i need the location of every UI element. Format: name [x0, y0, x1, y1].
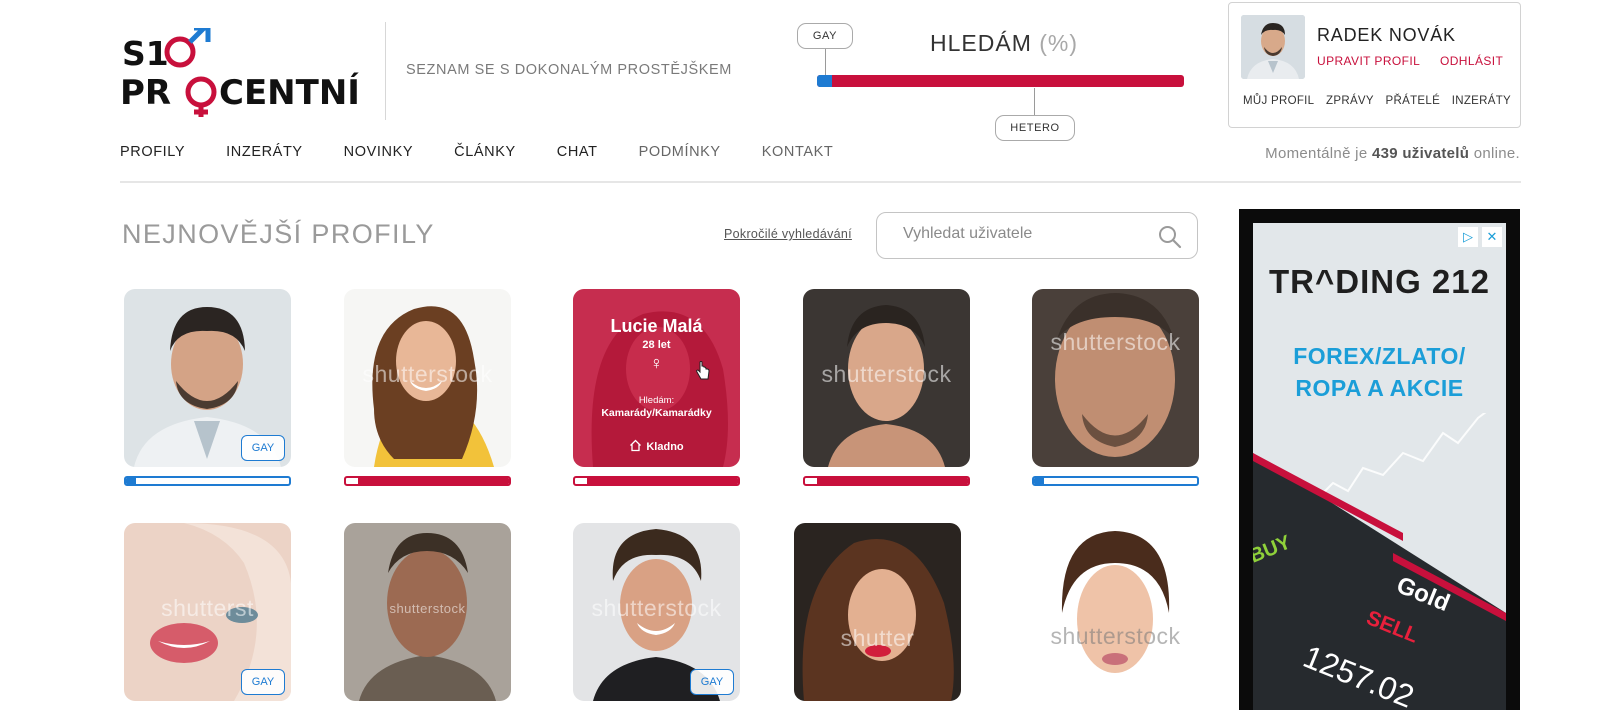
stock-watermark: shutterstock [821, 361, 952, 387]
hand-cursor-icon [696, 361, 710, 380]
user-menu-my-profile[interactable]: MŮJ PROFIL [1243, 95, 1314, 107]
profile-hover-city-text: Kladno [646, 441, 684, 453]
profile-orientation-bar-1 [124, 476, 291, 486]
seek-orientation-slider[interactable] [817, 75, 1184, 87]
user-search-box [876, 212, 1198, 259]
stock-watermark: shutterstock [1050, 329, 1181, 355]
nav-item-ads[interactable]: INZERÁTY [226, 144, 303, 160]
profile-card-2[interactable]: shutterstock [344, 289, 511, 467]
profile-card-6[interactable]: shutterst GAY [124, 523, 291, 701]
seek-gay-marker [825, 49, 826, 75]
nav-item-contact[interactable]: KONTAKT [762, 144, 834, 160]
user-menu-friends[interactable]: PŘÁTELÉ [1386, 95, 1441, 107]
profile-photo [794, 523, 961, 701]
female-symbol-icon: ♀ [649, 353, 664, 373]
profile-orientation-fill-1 [126, 478, 136, 484]
site-logo[interactable]: S1 PR CENTNÍ [120, 24, 370, 118]
orientation-tag: GAY [241, 435, 285, 461]
logo-line2: PR [120, 73, 171, 113]
nav-item-news[interactable]: NOVINKY [344, 144, 413, 160]
profile-card-4[interactable]: shutterstock [803, 289, 970, 467]
ad-headline-2: ROPA A AKCIE [1295, 375, 1464, 401]
profile-photo [1032, 289, 1199, 467]
profile-photo [1032, 523, 1199, 701]
stock-watermark: shutter [840, 625, 915, 651]
header-divider [385, 22, 386, 120]
seek-orientation-fill [817, 75, 832, 87]
ad-banner[interactable]: ▷ ✕ TR^DING 212 FOREX/ZLATO/ ROPA A AKCI… [1253, 223, 1506, 710]
nav-item-terms[interactable]: PODMÍNKY [639, 144, 721, 160]
user-menu-ads[interactable]: INZERÁTY [1452, 95, 1511, 107]
profile-orientation-fill-5 [1034, 478, 1044, 484]
seek-hetero-marker [1034, 88, 1035, 115]
profile-hover-name: Lucie Malá [610, 316, 703, 336]
ad-choices-icon[interactable]: ▷ [1458, 227, 1478, 247]
profile-orientation-bar-2 [344, 476, 511, 486]
profile-card-3[interactable]: Lucie Malá 28 let ♀ Hledám: Kamarády/Kam… [573, 289, 740, 467]
ad-brand: TR^DING 212 [1269, 263, 1490, 300]
stock-watermark: shutterstock [591, 595, 722, 621]
nav-item-chat[interactable]: CHAT [557, 144, 598, 160]
user-profile-box: RADEK NOVÁK UPRAVIT PROFIL ODHLÁSIT MŮJ … [1228, 2, 1521, 128]
svg-text:CENTNÍ: CENTNÍ [219, 72, 360, 113]
profile-card-9[interactable]: shutter [794, 523, 961, 701]
profile-orientation-fill-4 [817, 478, 968, 484]
profile-hover-seeking-label: Hledám: [638, 395, 675, 406]
profile-orientation-bar-5 [1032, 476, 1199, 486]
stock-watermark: shutterstock [389, 601, 466, 616]
logout-link[interactable]: ODHLÁSIT [1440, 54, 1503, 68]
ad-controls: ▷ ✕ [1458, 227, 1502, 247]
profile-hover-age: 28 let [642, 339, 671, 351]
sidebar-advertisement[interactable]: ▷ ✕ TR^DING 212 FOREX/ZLATO/ ROPA A AKCI… [1239, 209, 1520, 710]
online-count: 439 uživatelů [1371, 145, 1470, 162]
profile-hover-overlay: Lucie Malá 28 let ♀ Hledám: Kamarády/Kam… [573, 289, 740, 467]
profile-hover-seeking-value: Kamarády/Kamarádky [601, 407, 712, 419]
seek-hetero-label: HETERO [995, 115, 1075, 141]
online-suffix: online. [1473, 145, 1520, 162]
online-prefix: Momentálně je [1265, 145, 1368, 162]
seeking-title-text: HLEDÁM [930, 30, 1032, 56]
search-icon[interactable] [1157, 224, 1183, 250]
profile-orientation-bar-4 [803, 476, 970, 486]
profile-card-10[interactable]: shutterstock [1032, 523, 1199, 701]
header-separator [120, 181, 1521, 183]
site-tagline: SEZNAM SE S DOKONALÝM PROSTĚJŠKEM [406, 62, 732, 78]
nav-item-profiles[interactable]: PROFILY [120, 144, 185, 160]
nav-item-articles[interactable]: ČLÁNKY [454, 144, 516, 160]
ad-trading-graphic: BUY Gold SELL 1257.02 [1253, 413, 1506, 710]
profile-card-1[interactable]: GAY [124, 289, 291, 467]
logo-line1: S1 [122, 34, 169, 73]
profile-orientation-fill-2 [358, 478, 509, 484]
edit-profile-link[interactable]: UPRAVIT PROFIL [1317, 54, 1420, 68]
stock-watermark: shutterstock [362, 361, 493, 387]
search-input[interactable] [903, 225, 1143, 243]
main-navigation: PROFILY INZERÁTY NOVINKY ČLÁNKY CHAT POD… [120, 144, 874, 160]
user-menu-messages[interactable]: ZPRÁVY [1326, 95, 1374, 107]
profile-card-8[interactable]: shutterstock GAY [573, 523, 740, 701]
stock-watermark: shutterst [161, 595, 254, 621]
profile-card-5[interactable]: shutterstock [1032, 289, 1199, 467]
avatar[interactable] [1241, 15, 1305, 79]
orientation-tag: GAY [241, 669, 285, 695]
online-users-status: Momentálně je 439 uživatelů online. [1265, 145, 1520, 162]
seeking-title: HLEDÁM (%) [930, 30, 1078, 57]
seeking-title-unit: (%) [1039, 30, 1079, 56]
profile-orientation-fill-3 [587, 478, 738, 484]
house-icon [630, 439, 642, 452]
profile-orientation-bar-3 [573, 476, 740, 486]
profile-hover-city: Kladno [573, 439, 740, 453]
orientation-tag: GAY [690, 669, 734, 695]
user-menu: MŮJ PROFIL ZPRÁVY PŘÁTELÉ INZERÁTY [1243, 95, 1511, 107]
page-title: NEJNOVĚJŠÍ PROFILY [122, 219, 435, 249]
ad-headline-1: FOREX/ZLATO/ [1293, 343, 1466, 369]
profile-card-7[interactable]: shutterstock [344, 523, 511, 701]
seek-gay-label: GAY [797, 23, 853, 49]
advanced-search-link[interactable]: Pokročilé vyhledávání [724, 227, 852, 241]
stock-watermark: shutterstock [1050, 623, 1181, 649]
close-icon[interactable]: ✕ [1482, 227, 1502, 247]
user-name: RADEK NOVÁK [1317, 25, 1456, 45]
